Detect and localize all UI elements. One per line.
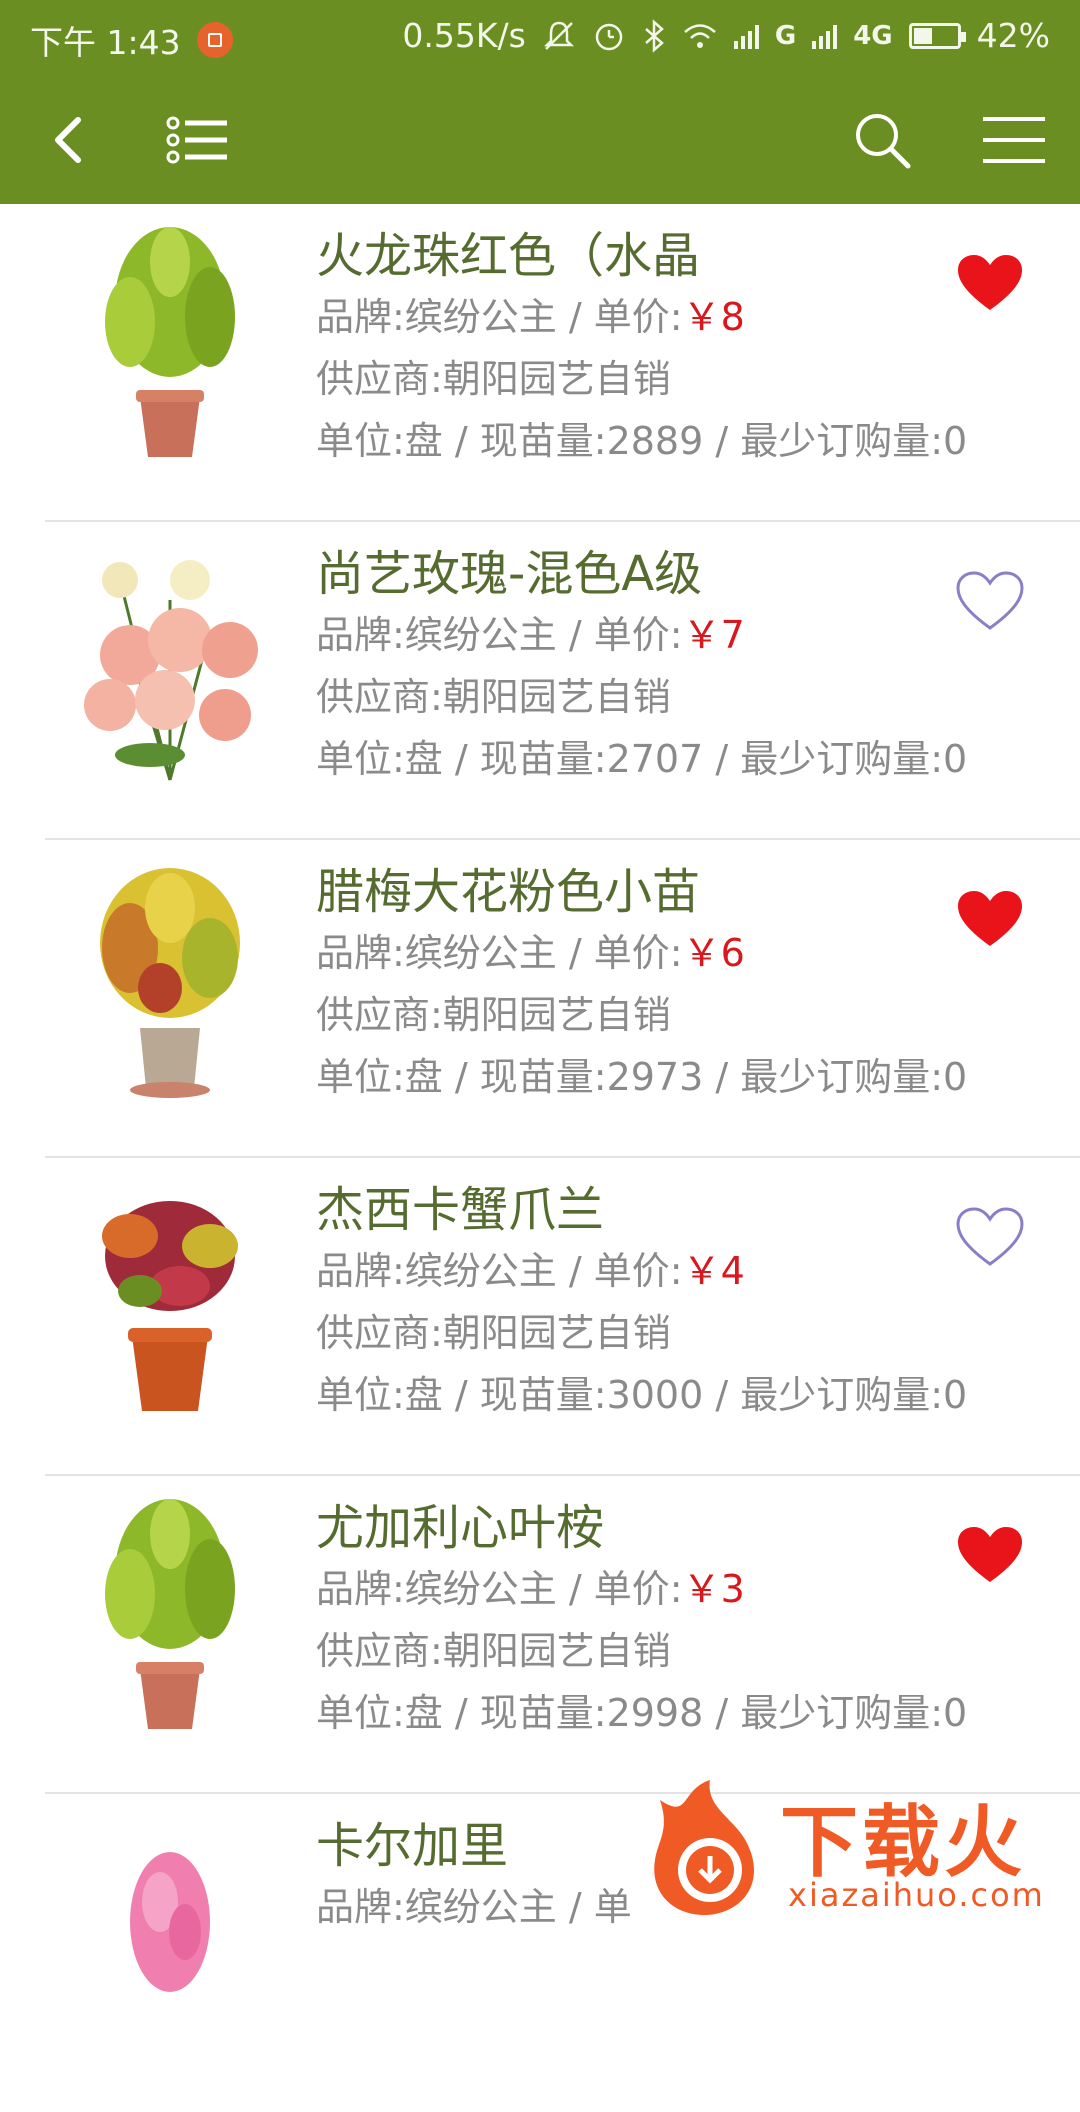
brand-label: 品牌:缤纷公主 / 单价: (316, 613, 683, 657)
app-header: 下午 1:43 0.55K/s G 4G 42% (0, 0, 1080, 204)
product-name: 尚艺玫瑰-混色A级 (316, 546, 703, 602)
product-thumbnail (105, 1499, 235, 1729)
product-thumbnail (105, 227, 235, 457)
brand-label: 品牌:缤纷公主 / 单 (316, 1885, 632, 1929)
product-stock: 单位:盘 / 现苗量:2998 / 最少订购量:0 (316, 1691, 968, 1735)
status-time: 下午 1:43 (30, 23, 181, 62)
battery-level: 42% (976, 16, 1050, 55)
product-brand-price: 品牌:缤纷公主 / 单价:￥6 (316, 922, 745, 977)
product-price: ￥8 (682, 295, 745, 339)
product-thumbnail (102, 1201, 238, 1411)
list-icon (166, 116, 227, 164)
brand-label: 品牌:缤纷公主 / 单价: (316, 1567, 683, 1611)
network-type-g: G (774, 20, 797, 51)
product-thumbnail (100, 868, 240, 1098)
favorite-heart-icon[interactable] (955, 252, 1025, 314)
bluetooth-icon (645, 18, 664, 53)
favorite-heart-icon[interactable] (955, 888, 1025, 950)
product-brand-price: 品牌:缤纷公主 / 单价:￥4 (316, 1240, 745, 1295)
product-supplier: 供应商:朝阳园艺自销 (316, 993, 671, 1037)
product-thumbnail (84, 560, 258, 781)
mute-bell-icon (543, 21, 574, 50)
network-speed: 0.55K/s (402, 16, 526, 55)
product-name: 腊梅大花粉色小苗 (316, 864, 701, 920)
watermark-logo: 下载火 xiazaihuo.com (640, 1780, 1080, 1920)
product-item[interactable]: 尤加利心叶桉 品牌:缤纷公主 / 单价:￥3 供应商:朝阳园艺自销 单位:盘 /… (0, 1476, 1080, 1794)
product-stock: 单位:盘 / 现苗量:2973 / 最少订购量:0 (316, 1055, 968, 1099)
brand-label: 品牌:缤纷公主 / 单价: (316, 295, 683, 339)
product-name: 尤加利心叶桉 (316, 1500, 605, 1556)
wifi-icon (684, 23, 716, 48)
product-thumbnail (130, 1852, 210, 1992)
product-price: ￥6 (682, 931, 745, 975)
product-name: 卡尔加里 (316, 1818, 509, 1874)
flame-logo-icon (654, 1780, 754, 1915)
product-item[interactable]: 杰西卡蟹爪兰 品牌:缤纷公主 / 单价:￥4 供应商:朝阳园艺自销 单位:盘 /… (0, 1158, 1080, 1476)
brand-label: 品牌:缤纷公主 / 单价: (316, 1249, 683, 1293)
menu-button[interactable] (974, 100, 1054, 180)
product-stock: 单位:盘 / 现苗量:2707 / 最少订购量:0 (316, 737, 968, 781)
category-list-button[interactable] (158, 100, 238, 180)
product-price: ￥3 (682, 1567, 745, 1611)
battery-icon (908, 22, 966, 49)
product-brand-price: 品牌:缤纷公主 / 单价:￥7 (316, 604, 745, 659)
chevron-left-icon (55, 117, 81, 163)
product-price: ￥7 (682, 613, 745, 657)
favorite-heart-outline-icon[interactable] (955, 1206, 1025, 1268)
status-bar: 下午 1:43 0.55K/s G 4G 42% (0, 0, 1080, 75)
product-item[interactable]: 尚艺玫瑰-混色A级 品牌:缤纷公主 / 单价:￥7 供应商:朝阳园艺自销 单位:… (0, 522, 1080, 840)
signal-icon (733, 23, 759, 49)
product-stock: 单位:盘 / 现苗量:3000 / 最少订购量:0 (316, 1373, 968, 1417)
network-type-4g: 4G (853, 20, 893, 51)
product-supplier: 供应商:朝阳园艺自销 (316, 357, 671, 401)
product-brand-price: 品牌:缤纷公主 / 单价:￥3 (316, 1558, 745, 1613)
notification-icon (196, 22, 233, 58)
product-item[interactable]: 火龙珠红色（水晶 品牌:缤纷公主 / 单价:￥8 供应商:朝阳园艺自销 单位:盘… (0, 204, 1080, 522)
favorite-heart-outline-icon[interactable] (955, 570, 1025, 632)
product-supplier: 供应商:朝阳园艺自销 (316, 1311, 671, 1355)
product-item[interactable]: 腊梅大花粉色小苗 品牌:缤纷公主 / 单价:￥6 供应商:朝阳园艺自销 单位:盘… (0, 840, 1080, 1158)
product-brand-price: 品牌:缤纷公主 / 单价:￥8 (316, 286, 745, 341)
search-button[interactable] (842, 100, 922, 180)
product-stock: 单位:盘 / 现苗量:2889 / 最少订购量:0 (316, 419, 968, 463)
product-price: ￥4 (682, 1249, 745, 1293)
product-supplier: 供应商:朝阳园艺自销 (316, 1629, 671, 1673)
signal-icon-2 (812, 23, 838, 49)
back-button[interactable] (28, 100, 108, 180)
hamburger-icon (983, 117, 1045, 163)
brand-label: 品牌:缤纷公主 / 单价: (316, 931, 683, 975)
product-name: 杰西卡蟹爪兰 (316, 1182, 605, 1238)
search-icon (856, 114, 911, 169)
watermark-url: xiazaihuo.com (788, 1876, 1045, 1914)
product-supplier: 供应商:朝阳园艺自销 (316, 675, 671, 719)
product-name: 火龙珠红色（水晶 (316, 228, 701, 284)
favorite-heart-icon[interactable] (955, 1524, 1025, 1586)
product-brand-price: 品牌:缤纷公主 / 单 (316, 1876, 632, 1931)
alarm-icon (595, 23, 623, 50)
